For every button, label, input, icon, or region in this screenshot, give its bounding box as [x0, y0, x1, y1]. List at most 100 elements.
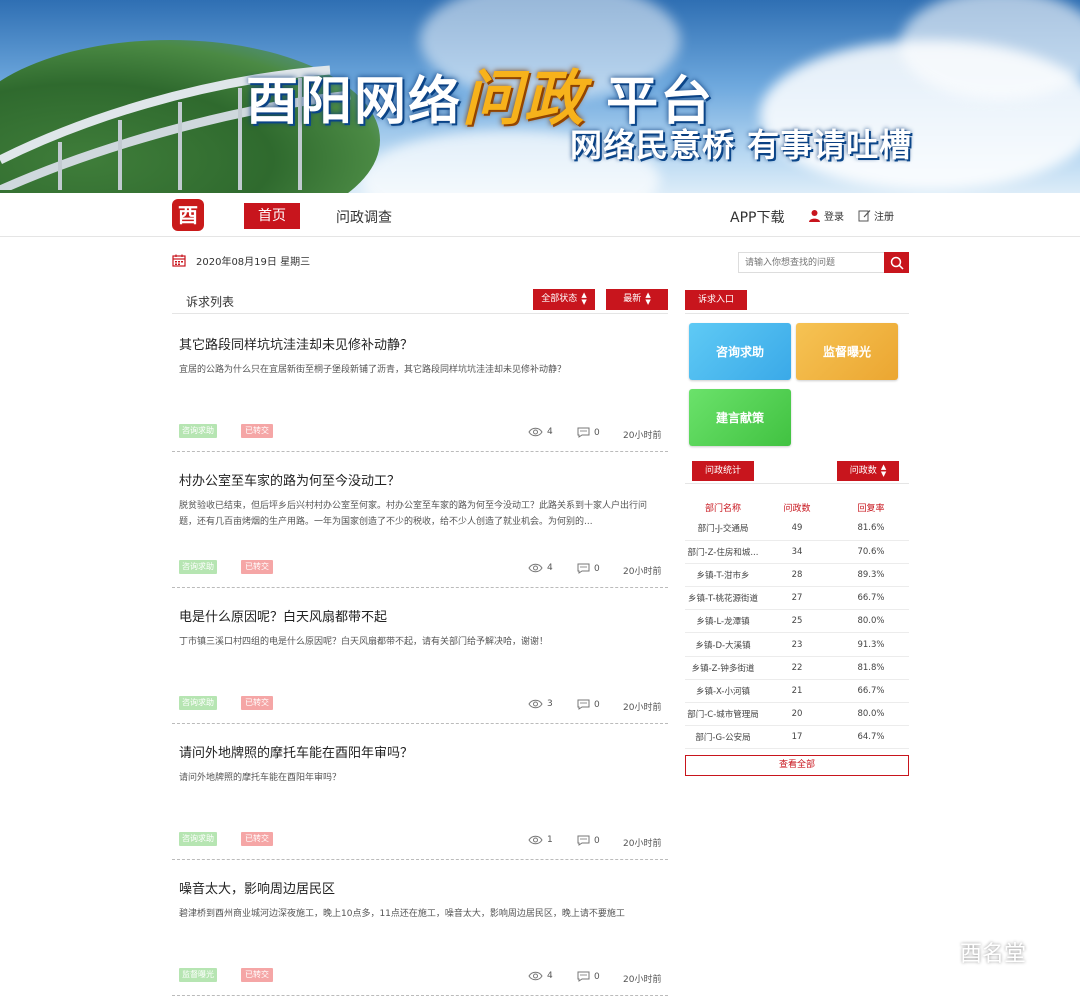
tab-home[interactable]: 首页 — [244, 203, 300, 229]
item-views: 4 — [528, 563, 553, 573]
edit-icon — [858, 210, 871, 222]
tab-survey[interactable]: 问政调查 — [336, 207, 392, 227]
item-comments-count: 0 — [594, 563, 600, 574]
search-input[interactable] — [739, 253, 884, 272]
request-list: 其它路段同样坑坑洼洼却未见修补动静？ 宜居的公路为什么只在宜居新街至桐子堡段新铺… — [172, 316, 668, 996]
dept-count: 28 — [761, 563, 833, 588]
dept-name: 乡镇-X-小河镇 — [685, 679, 761, 704]
sort-arrows-icon: ▲ ▼ — [645, 290, 651, 306]
item-type-badge: 咨询求助 — [179, 696, 217, 710]
site-logo[interactable]: 酉 — [172, 199, 204, 231]
col-rate: 回复率 — [857, 504, 885, 514]
item-views: 3 — [528, 699, 553, 709]
item-title[interactable]: 请问外地牌照的摩托车能在酉阳年审吗？ — [179, 742, 413, 761]
item-comments: 0 — [577, 971, 600, 982]
dept-rate: 66.7% — [833, 586, 909, 611]
item-status-badge: 已转交 — [241, 696, 273, 710]
item-views-count: 4 — [547, 563, 553, 573]
table-row[interactable]: 乡镇-T-泔市乡 28 89.3% — [685, 563, 909, 588]
table-row[interactable]: 乡镇-T-桃花源街道 27 66.7% — [685, 586, 909, 611]
item-title[interactable]: 噪音太大，影响周边居民区 — [179, 878, 335, 897]
eye-icon — [528, 971, 543, 981]
table-row[interactable]: 部门-C-城市管理局 20 80.0% — [685, 702, 909, 727]
comment-icon — [577, 971, 590, 982]
sort-label: 最新 — [623, 294, 642, 304]
user-icon — [809, 210, 820, 222]
item-description: 丁市镇三溪口村四组的电是什么原因呢？白天风扇都带不起，请有关部门给予解决哈，谢谢… — [179, 637, 549, 647]
item-views-count: 1 — [547, 835, 553, 845]
item-title[interactable]: 电是什么原因呢？白天风扇都带不起 — [179, 606, 387, 625]
table-row[interactable]: 部门-J-交通局 49 81.6% — [685, 517, 909, 541]
table-row[interactable]: 乡镇-Z-钟多街道 22 81.8% — [685, 656, 909, 680]
item-status-badge: 已转交 — [241, 424, 273, 438]
comment-icon — [577, 563, 590, 574]
list-header: 诉求列表 全部状态 ▲ ▼ 最新 ▲ ▼ — [172, 288, 668, 314]
item-views-count: 4 — [547, 427, 553, 437]
view-all-button[interactable]: 查看全部 — [685, 755, 909, 776]
item-comments: 0 — [577, 835, 600, 846]
stats-header-row: 部门名称 问政数 回复率 — [685, 498, 909, 517]
item-time: 20小时前 — [623, 703, 662, 713]
dept-name: 部门-Z-住房和城... — [685, 540, 761, 564]
sort-dropdown[interactable]: 最新 ▲ ▼ — [606, 289, 668, 310]
dept-count: 49 — [761, 517, 833, 541]
item-comments: 0 — [577, 563, 600, 574]
list-item[interactable]: 请问外地牌照的摩托车能在酉阳年审吗？ 请问外地牌照的摩托车能在酉阳年审吗？ 咨询… — [172, 724, 668, 860]
header-banner: 酉阳网络问政 平台 网络民意桥 有事请吐槽 — [0, 0, 1080, 193]
dept-rate: 81.8% — [833, 656, 909, 680]
table-row[interactable]: 部门-Z-住房和城... 34 70.6% — [685, 540, 909, 564]
comment-icon — [577, 427, 590, 438]
list-item[interactable]: 噪音太大，影响周边居民区 碧津桥到酉州商业城河边深夜施工，晚上10点多，11点还… — [172, 860, 668, 996]
table-row[interactable]: 部门-G-公安局 17 64.7% — [685, 725, 909, 750]
dept-count: 27 — [761, 586, 833, 611]
list-title: 诉求列表 — [186, 295, 235, 309]
search-box — [738, 252, 909, 273]
sort-arrows-icon: ▲ ▼ — [880, 462, 887, 478]
stats-table: 部门名称 问政数 回复率 部门-J-交通局 49 81.6% 部门-Z-住房和城..… — [685, 498, 909, 750]
login-link[interactable]: 登录 — [808, 208, 844, 223]
item-views: 4 — [528, 971, 553, 981]
dept-rate: 66.7% — [833, 679, 909, 704]
item-views-count: 4 — [547, 971, 553, 981]
dept-name: 部门-J-交通局 — [685, 517, 761, 541]
suggestion-card[interactable]: 建言献策 — [689, 389, 791, 446]
comment-icon — [577, 699, 590, 710]
consult-help-card[interactable]: 咨询求助 — [689, 323, 791, 380]
list-item[interactable]: 村办公室至车家的路为何至今没动工？ 脱贫验收已结束，但后坪乡后兴村村办公室至何家… — [172, 452, 668, 588]
app-download-link[interactable]: APP下载 — [730, 207, 784, 227]
date-text: 2020年08月19日 星期三 — [196, 257, 311, 268]
search-button[interactable] — [884, 252, 909, 273]
list-item[interactable]: 电是什么原因呢？白天风扇都带不起 丁市镇三溪口村四组的电是什么原因呢？白天风扇都… — [172, 588, 668, 724]
dept-name: 部门-G-公安局 — [685, 725, 761, 750]
col-count: 问政数 — [783, 504, 811, 514]
item-type-badge: 咨询求助 — [179, 832, 217, 846]
item-status-badge: 已转交 — [241, 832, 273, 846]
item-description: 碧津桥到酉州商业城河边深夜施工，晚上10点多，11点还在施工，噪音太大，影响周边… — [179, 909, 625, 919]
status-filter-dropdown[interactable]: 全部状态 ▲ ▼ — [533, 289, 595, 310]
dept-count: 17 — [761, 725, 833, 750]
dept-name: 乡镇-T-桃花源街道 — [685, 586, 761, 611]
table-row[interactable]: 乡镇-X-小河镇 21 66.7% — [685, 679, 909, 704]
item-type-badge: 咨询求助 — [179, 424, 217, 438]
current-date: 2020年08月19日 星期三 — [172, 253, 310, 268]
comment-icon — [577, 835, 590, 846]
item-title[interactable]: 村办公室至车家的路为何至今没动工？ — [179, 470, 400, 489]
register-link[interactable]: 注册 — [858, 208, 894, 223]
item-comments-count: 0 — [594, 835, 600, 846]
dept-count: 25 — [761, 609, 833, 634]
item-comments-count: 0 — [594, 699, 600, 710]
eye-icon — [528, 699, 543, 709]
login-label: 登录 — [824, 212, 844, 223]
table-row[interactable]: 乡镇-D-大溪镇 23 91.3% — [685, 632, 909, 657]
list-item[interactable]: 其它路段同样坑坑洼洼却未见修补动静？ 宜居的公路为什么只在宜居新街至桐子堡段新铺… — [172, 316, 668, 452]
supervise-expose-card[interactable]: 监督曝光 — [796, 323, 898, 380]
sort-arrows-icon: ▲ ▼ — [581, 290, 587, 306]
dept-name: 乡镇-L-龙潭镇 — [685, 609, 761, 634]
dept-count: 21 — [761, 679, 833, 704]
dept-count: 23 — [761, 632, 833, 657]
stats-sort-dropdown[interactable]: 问政数 ▲ ▼ — [837, 461, 899, 481]
dept-name: 部门-C-城市管理局 — [685, 702, 761, 727]
item-title[interactable]: 其它路段同样坑坑洼洼却未见修补动静？ — [179, 334, 413, 353]
table-row[interactable]: 乡镇-L-龙潭镇 25 80.0% — [685, 609, 909, 634]
item-status-badge: 已转交 — [241, 968, 273, 982]
